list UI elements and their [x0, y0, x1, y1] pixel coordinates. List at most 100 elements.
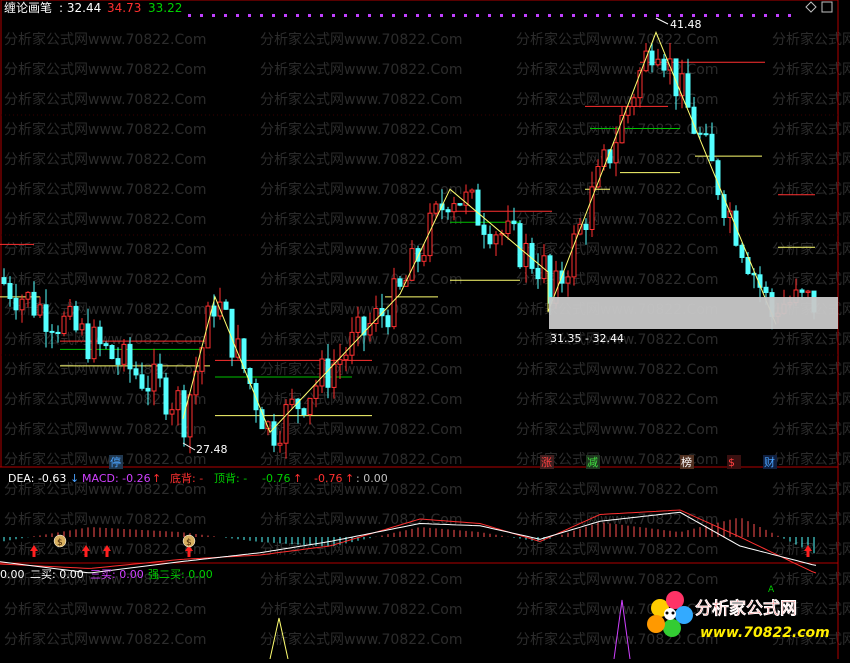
candle-body — [343, 354, 349, 361]
header-tick — [656, 14, 659, 17]
candle-body — [487, 233, 493, 245]
candle-body — [79, 323, 85, 331]
candle-body — [289, 398, 295, 406]
header-tick — [464, 14, 467, 17]
watermark-text: 分析家公式网www.70822.Com — [516, 481, 718, 498]
candle-body — [97, 326, 103, 345]
candle-body — [319, 358, 325, 387]
candle-body — [247, 368, 253, 384]
candle-body — [73, 305, 79, 331]
candle-body — [709, 133, 715, 162]
candle-body — [457, 203, 463, 206]
candle-body — [7, 283, 13, 299]
watermark-text: 分析家公式网www.70822.Com — [4, 361, 206, 378]
header-tick — [452, 14, 455, 17]
candle-body — [187, 394, 193, 438]
watermark-text: 分析家公式网www.70822.Com — [4, 61, 206, 78]
candle-body — [331, 363, 337, 388]
candle-body — [397, 278, 403, 287]
header-tick — [644, 14, 647, 17]
header-tick — [404, 14, 407, 17]
header-tick — [272, 14, 275, 17]
watermark-text: 分析家公式网www.70822.Com — [516, 391, 718, 408]
header-tick — [788, 14, 791, 17]
header-tick — [260, 14, 263, 17]
price-readout-label: 31.35 - 32.44 — [550, 332, 624, 345]
header-tick — [308, 14, 311, 17]
candle-body — [229, 308, 235, 358]
chart-window: 分析家公式网www.70822.Com 分析家公式网www.70822.Com 分析… — [0, 0, 850, 660]
header-tick — [752, 14, 755, 17]
header-value-high: 34.73 — [107, 1, 141, 15]
header-tick — [716, 14, 719, 17]
candle-body — [703, 133, 709, 136]
candle-body — [313, 385, 319, 399]
candle-body — [283, 404, 289, 444]
header-tick — [284, 14, 287, 17]
watermark-text: 分析家公式网www.70822.Com — [260, 301, 462, 318]
candle-body — [337, 359, 343, 365]
header-tick — [440, 14, 443, 17]
watermark-text: 分析家公式网www.70822.Com — [4, 181, 206, 198]
macd-legend-item: DEA: -0.63 — [8, 472, 66, 485]
watermark-text: 分析家公式网www.70822.Com — [4, 421, 206, 438]
candle-body — [277, 442, 283, 446]
candle-body — [121, 343, 127, 365]
candle-body — [157, 363, 163, 379]
candle-body — [481, 224, 487, 235]
candle-body — [613, 142, 619, 164]
header-tick — [224, 14, 227, 17]
indicator-name: 缠论画笔 — [4, 0, 52, 15]
header-tick — [296, 14, 299, 17]
candle-body — [505, 220, 511, 235]
candle-body — [103, 343, 109, 347]
signal-label-text: 涨 — [541, 456, 552, 469]
candle-body — [19, 298, 25, 311]
candle-body — [715, 160, 721, 196]
candle-body — [529, 243, 535, 269]
candle-body — [517, 223, 523, 268]
watermark-text: 分析家公式网www.70822.Com — [260, 31, 462, 48]
buy-legend-item: 二买: 0.00 — [30, 568, 84, 581]
candle-body — [301, 408, 307, 416]
header-tick — [200, 14, 203, 17]
candle-body — [649, 50, 655, 66]
signal-label-text: 停 — [110, 455, 121, 469]
watermark-text: 分析家公式网www.70822.Com — [260, 601, 462, 618]
header-tick — [428, 14, 431, 17]
watermark-text: 分析家公式网www.70822.Com — [260, 631, 462, 648]
bottom-marker: A — [768, 585, 775, 595]
watermark-text: 分析家公式网www.70822.Com — [260, 541, 462, 558]
candle-body — [175, 390, 181, 411]
header-tick — [392, 14, 395, 17]
watermark-text: 分析家公式网www.70822.Com — [516, 31, 718, 48]
candle-body — [685, 73, 691, 108]
watermark-text: 分析家公式网www.70822.Com — [516, 361, 718, 378]
candle-body — [385, 315, 391, 328]
candle-body — [565, 276, 571, 284]
candle-body — [655, 58, 661, 66]
candle-body — [739, 244, 745, 259]
macd-legend-item: ↑ — [345, 472, 354, 485]
candle-body — [445, 209, 451, 213]
header-tick — [212, 14, 215, 17]
candle-body — [133, 368, 139, 376]
candle-body — [163, 377, 169, 415]
header-tick — [356, 14, 359, 17]
macd-legend-item: 顶背: - — [214, 471, 247, 485]
watermark-text: 分析家公式网www.70822.Com — [516, 541, 718, 558]
money-bag-glyph: $ — [57, 538, 63, 548]
candle-body — [493, 234, 499, 245]
candle-body — [139, 374, 145, 389]
header-tick — [740, 14, 743, 17]
header-tick — [560, 14, 563, 17]
candle-body — [805, 290, 811, 293]
header-value-low: 33.22 — [148, 1, 182, 15]
watermark-text: 分析家公式网www.70822.Com — [4, 121, 206, 138]
candle-body — [667, 58, 673, 71]
header-tick — [368, 14, 371, 17]
header-tick — [704, 14, 707, 17]
watermark-text: 分析家公式网www.70822.Com — [260, 421, 462, 438]
header-tick — [596, 14, 599, 17]
watermark-text: 分析家公式网www.70822.Com — [4, 601, 206, 618]
